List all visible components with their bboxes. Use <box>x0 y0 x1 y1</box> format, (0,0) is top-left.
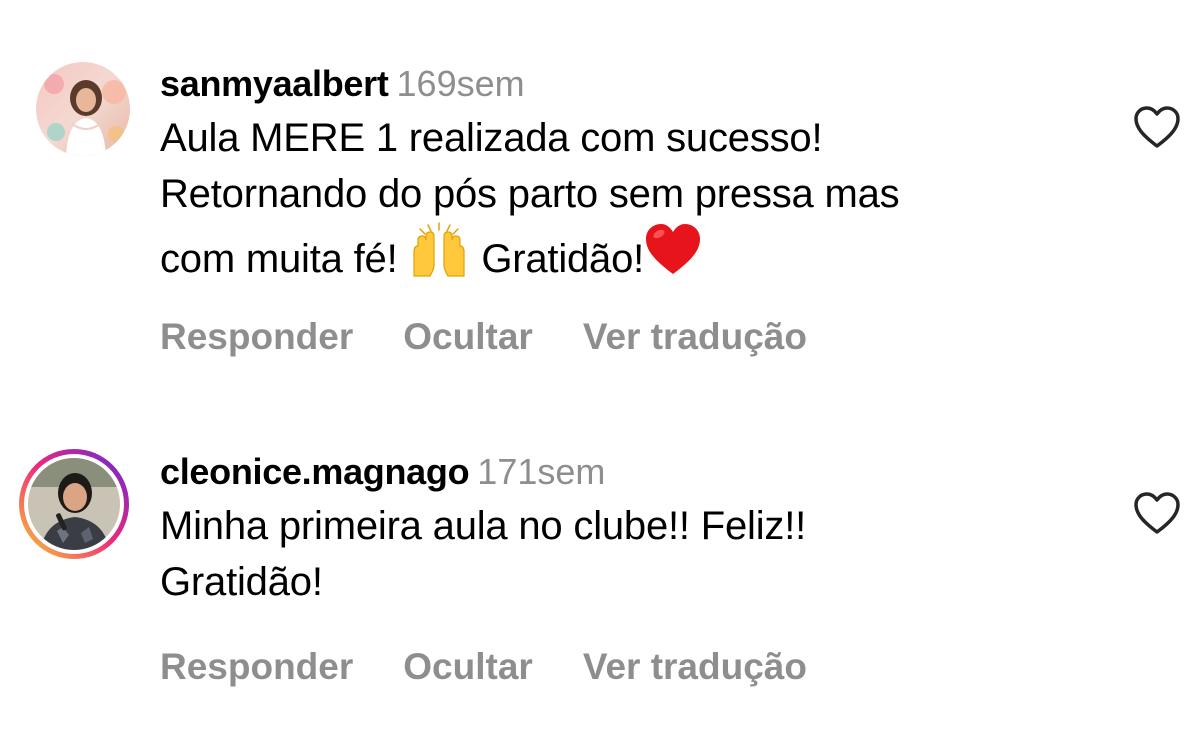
avatar[interactable] <box>36 62 130 156</box>
comment-text-line: Gratidão! <box>160 560 323 604</box>
comment-actions: Responder Ocultar Ver tradução <box>160 646 857 688</box>
comment-text-line: com muita fé! Gratidão! <box>160 222 1100 293</box>
comment-text-fragment: Gratidão! <box>470 237 645 281</box>
comment-actions: Responder Ocultar Ver tradução <box>160 316 857 358</box>
comment-text-line: Aula MERE 1 realizada com sucesso! <box>160 116 823 160</box>
reply-button[interactable]: Responder <box>160 316 353 357</box>
username[interactable]: sanmyaalbert <box>160 63 389 104</box>
comment-text: Minha primeira aula no clube!! Feliz!! G… <box>160 498 1100 610</box>
hide-button[interactable]: Ocultar <box>403 316 533 357</box>
comment-text-line: Retornando do pós parto sem pressa mas <box>160 172 900 216</box>
comment-content: sanmyaalbert 169sem Aula MERE 1 realizada… <box>160 62 1100 293</box>
comment-text-fragment: com muita fé! <box>160 237 409 281</box>
reply-button[interactable]: Responder <box>160 646 353 687</box>
comment-content: cleonice.magnago 171sem Minha primeira au… <box>160 450 1100 610</box>
raising-hands-icon <box>408 222 470 293</box>
see-translation-button[interactable]: Ver tradução <box>583 316 807 357</box>
comment-text: Aula MERE 1 realizada com sucesso! Retor… <box>160 110 1100 293</box>
comment-text-line: Minha primeira aula no clube!! Feliz!! <box>160 504 807 548</box>
comment-header: sanmyaalbert 169sem <box>160 62 1100 106</box>
like-heart-icon[interactable] <box>1132 490 1182 536</box>
hide-button[interactable]: Ocultar <box>403 646 533 687</box>
username[interactable]: cleonice.magnago <box>160 451 470 492</box>
red-heart-icon <box>644 222 702 293</box>
see-translation-button[interactable]: Ver tradução <box>583 646 807 687</box>
comment-header: cleonice.magnago 171sem <box>160 450 1100 494</box>
like-heart-icon[interactable] <box>1132 104 1182 150</box>
avatar-story-ring[interactable] <box>17 447 131 561</box>
timestamp: 171sem <box>477 451 606 492</box>
timestamp: 169sem <box>396 63 525 104</box>
